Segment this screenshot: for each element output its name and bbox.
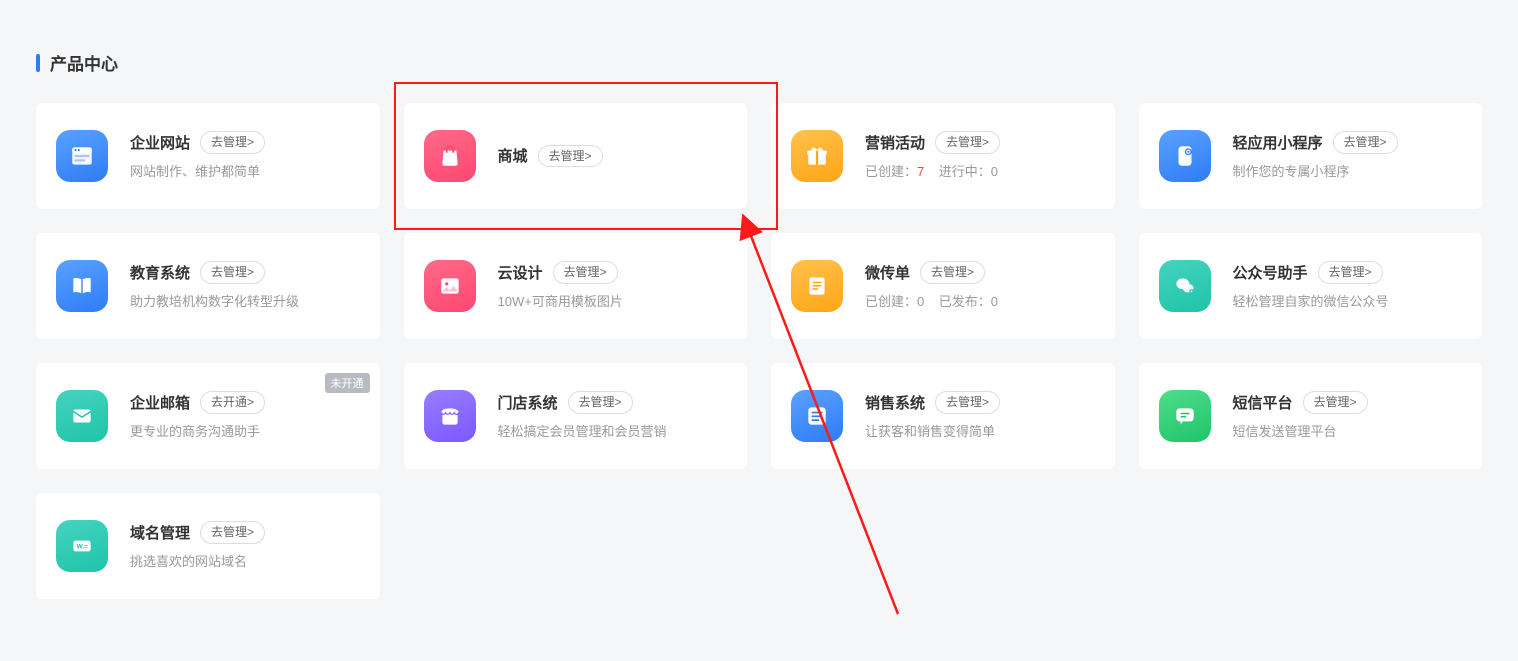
gift-icon (791, 130, 843, 182)
card-miniapp[interactable]: 轻应用小程序 去管理> 制作您的专属小程序 (1139, 103, 1483, 209)
card-domain[interactable]: W.= 域名管理 去管理> 挑选喜欢的网站域名 (36, 493, 380, 599)
created-label: 已创建： (865, 294, 917, 309)
card-edu[interactable]: 教育系统 去管理> 助力教培机构数字化转型升级 (36, 233, 380, 339)
store-icon (424, 390, 476, 442)
card-desc: 轻松管理自家的微信公众号 (1233, 294, 1463, 311)
section-header: 产品中心 (36, 50, 1482, 75)
message-icon (1159, 390, 1211, 442)
card-marketing[interactable]: 营销活动 去管理> 已创建：7 进行中：0 (771, 103, 1115, 209)
card-oa[interactable]: 公众号助手 去管理> 轻松管理自家的微信公众号 (1139, 233, 1483, 339)
card-desc: 让获客和销售变得简单 (865, 424, 1095, 441)
open-button[interactable]: 去开通> (200, 391, 265, 414)
manage-button[interactable]: 去管理> (920, 261, 985, 284)
card-design[interactable]: 云设计 去管理> 10W+可商用模板图片 (404, 233, 748, 339)
product-grid: 企业网站 去管理> 网站制作、维护都简单 商城 去管理> (36, 103, 1482, 599)
card-title: 域名管理 (130, 522, 190, 543)
manage-button[interactable]: 去管理> (935, 131, 1000, 154)
shopping-bag-icon (424, 130, 476, 182)
card-title: 营销活动 (865, 132, 925, 153)
domain-icon: W.= (56, 520, 108, 572)
pub-label: 已发布： (939, 294, 991, 309)
manage-button[interactable]: 去管理> (538, 145, 603, 168)
miniapp-icon (1159, 130, 1211, 182)
card-desc: 挑选喜欢的网站域名 (130, 554, 360, 571)
card-stats: 已创建：0 已发布：0 (865, 294, 1095, 311)
card-title: 轻应用小程序 (1233, 132, 1323, 153)
card-sms[interactable]: 短信平台 去管理> 短信发送管理平台 (1139, 363, 1483, 469)
card-desc: 助力教培机构数字化转型升级 (130, 294, 360, 311)
card-title: 企业邮箱 (130, 392, 190, 413)
card-flyer[interactable]: 微传单 去管理> 已创建：0 已发布：0 (771, 233, 1115, 339)
card-desc: 网站制作、维护都简单 (130, 164, 360, 181)
manage-button[interactable]: 去管理> (568, 391, 633, 414)
card-stats: 已创建：7 进行中：0 (865, 164, 1095, 181)
manage-button[interactable]: 去管理> (1303, 391, 1368, 414)
svg-text:W.=: W.= (77, 544, 89, 551)
card-desc: 10W+可商用模板图片 (498, 294, 728, 311)
card-title: 门店系统 (498, 392, 558, 413)
book-icon (56, 260, 108, 312)
created-value: 0 (917, 294, 924, 309)
created-value: 7 (917, 164, 924, 179)
card-desc: 更专业的商务沟通助手 (130, 424, 360, 441)
card-store[interactable]: 门店系统 去管理> 轻松搞定会员管理和会员营销 (404, 363, 748, 469)
manage-button[interactable]: 去管理> (200, 261, 265, 284)
card-mail[interactable]: 未开通 企业邮箱 去开通> 更专业的商务沟通助手 (36, 363, 380, 469)
card-title: 教育系统 (130, 262, 190, 283)
image-icon (424, 260, 476, 312)
wechat-icon (1159, 260, 1211, 312)
section-title: 产品中心 (50, 50, 118, 75)
list-icon (791, 390, 843, 442)
running-label: 进行中： (939, 164, 991, 179)
pub-value: 0 (991, 294, 998, 309)
card-desc: 短信发送管理平台 (1233, 424, 1463, 441)
window-icon (56, 130, 108, 182)
card-mall[interactable]: 商城 去管理> (404, 103, 748, 209)
card-title: 企业网站 (130, 132, 190, 153)
not-open-badge: 未开通 (325, 373, 370, 393)
manage-button[interactable]: 去管理> (1318, 261, 1383, 284)
card-desc: 制作您的专属小程序 (1233, 164, 1463, 181)
mail-icon (56, 390, 108, 442)
manage-button[interactable]: 去管理> (200, 521, 265, 544)
manage-button[interactable]: 去管理> (553, 261, 618, 284)
manage-button[interactable]: 去管理> (200, 131, 265, 154)
card-sales[interactable]: 销售系统 去管理> 让获客和销售变得简单 (771, 363, 1115, 469)
section-bar (36, 54, 40, 72)
manage-button[interactable]: 去管理> (935, 391, 1000, 414)
flyer-icon (791, 260, 843, 312)
running-value: 0 (991, 164, 998, 179)
card-title: 商城 (498, 145, 528, 166)
manage-button[interactable]: 去管理> (1333, 131, 1398, 154)
card-title: 短信平台 (1233, 392, 1293, 413)
created-label: 已创建： (865, 164, 917, 179)
card-title: 公众号助手 (1233, 262, 1308, 283)
card-title: 云设计 (498, 262, 543, 283)
card-title: 微传单 (865, 262, 910, 283)
card-desc: 轻松搞定会员管理和会员营销 (498, 424, 728, 441)
card-site[interactable]: 企业网站 去管理> 网站制作、维护都简单 (36, 103, 380, 209)
card-title: 销售系统 (865, 392, 925, 413)
